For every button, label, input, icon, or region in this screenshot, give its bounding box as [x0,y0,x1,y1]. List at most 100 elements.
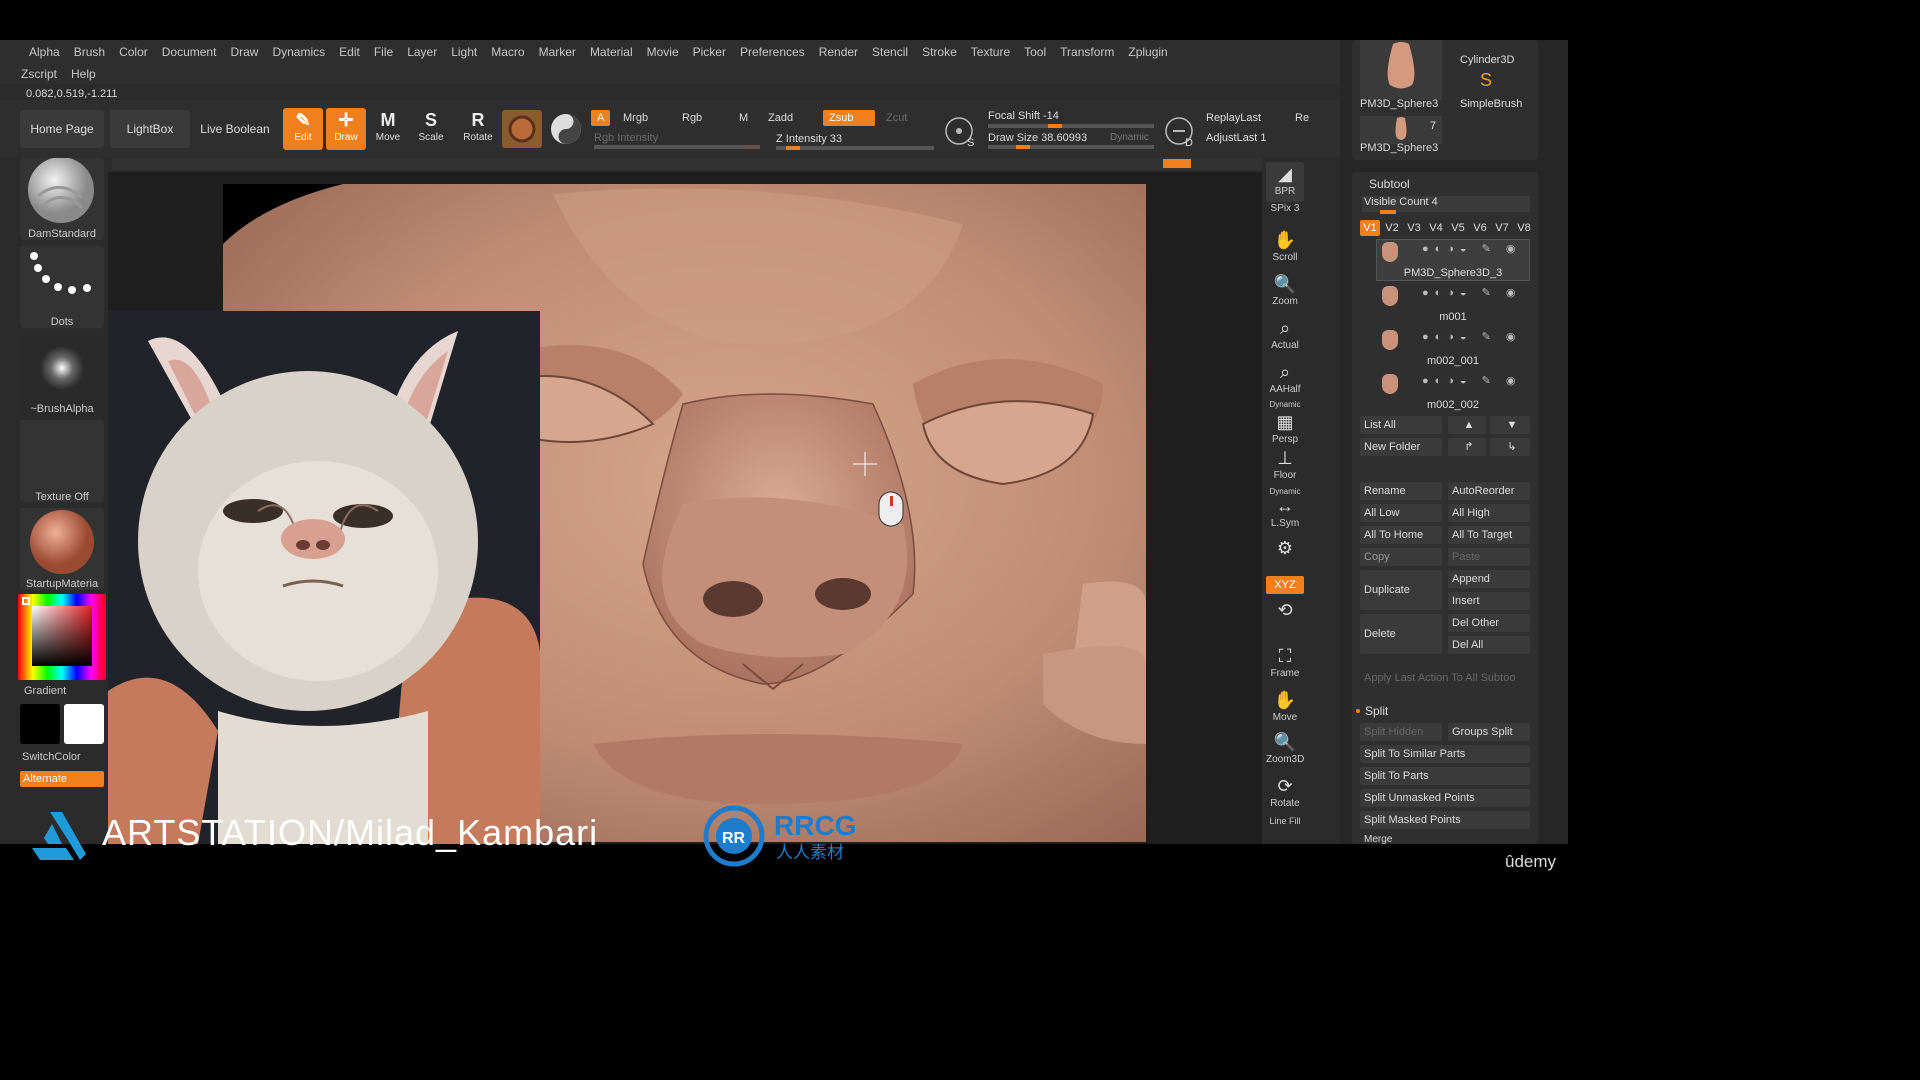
subtool-item[interactable]: ●◐◑◒ ✎ ◉ m002_002 [1376,372,1530,416]
live-boolean-button[interactable]: Live Boolean [194,110,276,148]
secondary-color-swatch[interactable] [20,704,60,744]
rotate-mode-button[interactable]: R Rotate [458,108,498,150]
zcut-toggle[interactable]: Zcut [886,112,907,124]
spix-slider[interactable]: SPix 3 [1266,203,1304,219]
rgb-intensity-track[interactable] [594,145,760,149]
menu-item-light[interactable]: Light [444,41,484,63]
folder-down-button[interactable]: ↳ [1490,438,1530,456]
split-masked-button[interactable]: Split Masked Points [1360,811,1530,829]
lazy-mouse-button[interactable]: S [943,113,979,149]
split-section-title[interactable]: Split [1365,704,1388,718]
adjust-last-slider[interactable]: AdjustLast 1 [1206,132,1267,144]
persp-button[interactable]: ▦ Persp [1266,410,1304,450]
tool-thumb-sphere-1[interactable] [1360,40,1442,100]
zsub-toggle[interactable]: Zsub [823,110,875,126]
version-tab-v3[interactable]: V3 [1404,220,1424,236]
version-tab-v8[interactable]: V8 [1514,220,1534,236]
subtool-item[interactable]: ●◐◑◒ ✎ ◉ PM3D_Sphere3D_3 [1376,240,1530,284]
copy-button[interactable]: Copy [1360,548,1442,566]
material-swatch-button[interactable] [502,110,542,148]
focal-shift-slider[interactable]: Focal Shift -14 [988,110,1059,122]
frame-button[interactable]: ⛶ Frame [1266,644,1304,684]
version-tab-v7[interactable]: V7 [1492,220,1512,236]
texture-picker[interactable] [20,420,104,502]
menu-item-alpha[interactable]: Alpha [22,41,67,63]
menu-item-dynamics[interactable]: Dynamics [265,41,332,63]
subtool-item[interactable]: ●◐◑◒ ✎ ◉ m001 [1376,284,1530,328]
mrgb-toggle[interactable]: Mrgb [623,112,648,124]
move-mode-button[interactable]: M Move [368,108,408,150]
line-fill-button[interactable]: Line Fill [1266,816,1304,842]
alternate-button[interactable]: Alternate [20,771,104,787]
paste-button[interactable]: Paste [1448,548,1530,566]
z-intensity-slider[interactable]: Z Intensity 33 [776,133,842,145]
groups-split-button[interactable]: Groups Split [1448,723,1530,741]
color-picker[interactable] [18,594,106,680]
xyz-toggle[interactable]: XYZ [1266,576,1304,594]
menu-item-marker[interactable]: Marker [532,41,583,63]
zoom3d-button[interactable]: 🔍 Zoom3D [1266,730,1304,770]
z-intensity-track[interactable] [776,146,934,150]
version-tab-v1[interactable]: V1 [1360,220,1380,236]
menu-item-macro[interactable]: Macro [484,41,531,63]
del-all-button[interactable]: Del All [1448,636,1530,654]
scale-mode-button[interactable]: S Scale [411,108,451,150]
version-tab-v4[interactable]: V4 [1426,220,1446,236]
replay-last-button[interactable]: ReplayLast [1206,112,1261,124]
duplicate-button[interactable]: Duplicate [1360,570,1442,610]
menu-item-picker[interactable]: Picker [686,41,733,63]
tool-thumb-sphere-2[interactable]: 7 [1360,116,1442,144]
menu-item-stencil[interactable]: Stencil [865,41,915,63]
edit-mode-button[interactable]: ✎ Edit [283,108,323,150]
m-toggle[interactable]: M [739,112,748,124]
home-page-button[interactable]: Home Page [20,110,104,148]
rgb-toggle[interactable]: Rgb [682,112,702,124]
all-to-home-button[interactable]: All To Home [1360,526,1442,544]
lsym-button[interactable]: ↔ L.Sym [1266,494,1304,534]
append-button[interactable]: Append [1448,570,1530,588]
menu-item-transform[interactable]: Transform [1053,41,1121,63]
move-down-button[interactable]: ▼ [1490,416,1530,434]
replay-button[interactable]: D [1163,113,1199,149]
switch-color-button[interactable]: SwitchColor [20,751,104,763]
menu-item-zscript[interactable]: Zscript [14,63,64,85]
del-other-button[interactable]: Del Other [1448,614,1530,632]
version-tab-v6[interactable]: V6 [1470,220,1490,236]
split-to-parts-button[interactable]: Split To Parts [1360,767,1530,785]
color-hue-marker[interactable] [22,597,30,605]
split-unmasked-button[interactable]: Split Unmasked Points [1360,789,1530,807]
primary-color-swatch[interactable] [64,704,104,744]
version-tab-v2[interactable]: V2 [1382,220,1402,236]
canvas-scroll-handle[interactable] [1163,159,1191,168]
draw-size-track[interactable] [988,145,1154,149]
scroll-button[interactable]: ✋ Scroll [1266,228,1304,268]
delete-button[interactable]: Delete [1360,614,1442,654]
folder-up-button[interactable]: ↱ [1448,438,1486,456]
all-to-target-button[interactable]: All To Target [1448,526,1530,544]
zadd-toggle[interactable]: Zadd [768,112,793,124]
subtool-item[interactable]: ●◐◑◒ ✎ ◉ m002_001 [1376,328,1530,372]
menu-item-document[interactable]: Document [155,41,224,63]
split-hidden-button[interactable]: Split Hidden [1360,723,1442,741]
menu-item-draw[interactable]: Draw [223,41,265,63]
zoom-button[interactable]: 🔍 Zoom [1266,272,1304,312]
menu-item-edit[interactable]: Edit [332,41,367,63]
insert-button[interactable]: Insert [1448,592,1530,610]
menu-item-color[interactable]: Color [112,41,155,63]
menu-item-render[interactable]: Render [812,41,865,63]
rotate-view-button[interactable]: ⟳ Rotate [1266,774,1304,814]
list-all-button[interactable]: List All [1360,416,1442,434]
polyframe-button[interactable]: ⚙ [1266,536,1304,576]
lightbox-button[interactable]: LightBox [110,110,190,148]
auto-reorder-button[interactable]: AutoReorder [1448,482,1530,500]
menu-item-help[interactable]: Help [64,63,103,85]
merge-section-title[interactable]: Merge [1360,834,1530,844]
split-similar-parts-button[interactable]: Split To Similar Parts [1360,745,1530,763]
all-low-button[interactable]: All Low [1360,504,1442,522]
menu-item-movie[interactable]: Movie [640,41,686,63]
re-button[interactable]: Re [1295,112,1309,124]
floor-button[interactable]: ⊥ Floor [1266,446,1304,486]
menu-item-texture[interactable]: Texture [964,41,1017,63]
color-saturation-square[interactable] [32,606,92,666]
version-tab-v5[interactable]: V5 [1448,220,1468,236]
